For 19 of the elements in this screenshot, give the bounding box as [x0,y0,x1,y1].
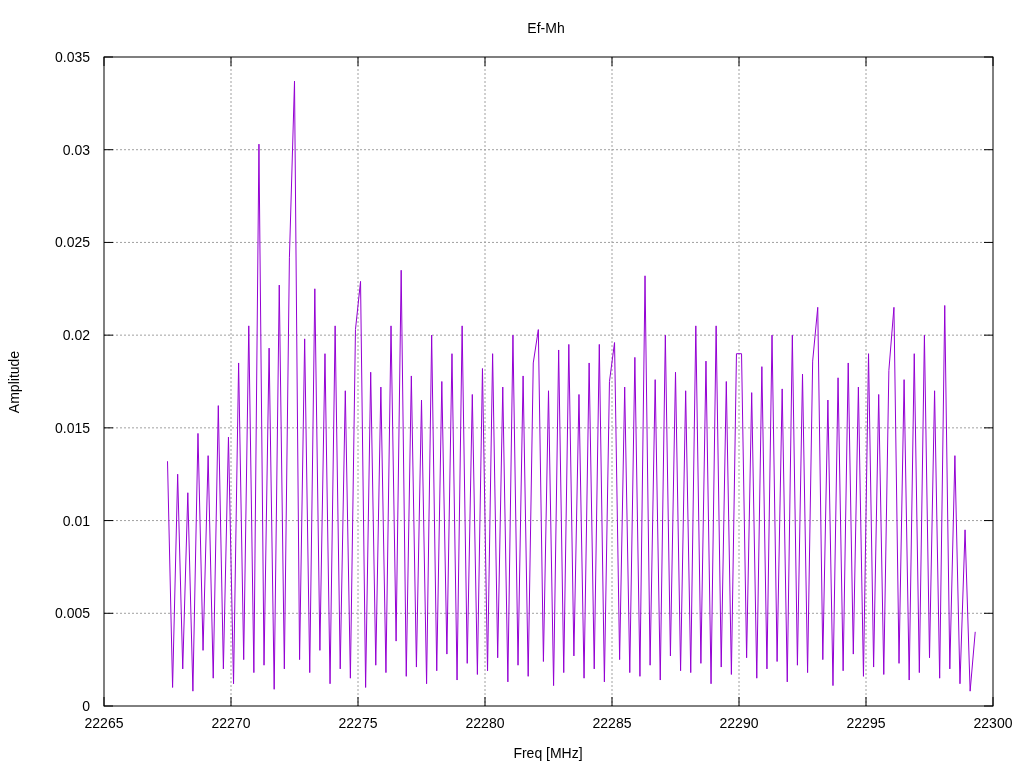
tick-label: 0.005 [54,605,90,622]
tick-label: 0.015 [54,419,90,436]
axis-label: Freq [MHz] [513,745,583,761]
tick-label: 0.025 [54,234,90,251]
tick-label: 22290 [719,715,759,731]
tick-label: 22275 [338,715,378,731]
tick-label: 22295 [846,715,886,731]
tick-label: 22285 [592,715,632,731]
tick-label: 0.035 [54,49,90,65]
tick-label: 0.01 [62,512,90,529]
tick-label: 0.02 [62,327,90,344]
tick-label: 22270 [211,715,251,731]
tick-label: 0.03 [62,141,90,158]
tick-label: 22280 [465,715,505,731]
tick-label: 22300 [973,715,1013,731]
tick-label: 0 [82,698,90,714]
axis-label: Amplitude [6,350,22,414]
tick-label: 22265 [84,715,124,731]
chart-title: Ef-Mh [527,20,565,36]
